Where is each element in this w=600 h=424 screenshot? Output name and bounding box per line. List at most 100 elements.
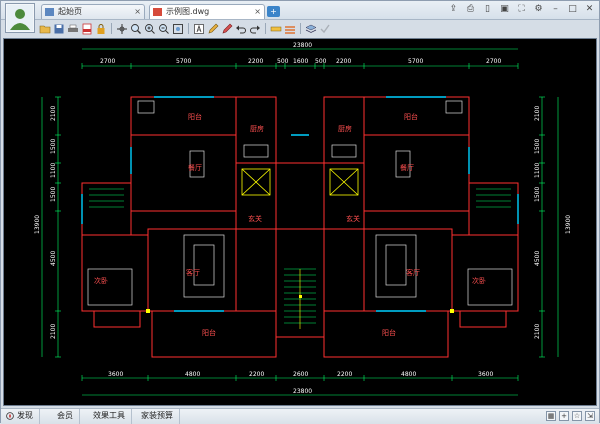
compass-icon bbox=[6, 412, 14, 420]
room-bedroom-left: 次卧 bbox=[94, 276, 108, 285]
dim-bottom-1: 3600 bbox=[108, 371, 123, 378]
dim-left-4: 1500 bbox=[50, 187, 57, 202]
layers-icon[interactable] bbox=[284, 23, 296, 35]
dim-top-6: 500 bbox=[315, 58, 327, 65]
dim-bottom-7: 3600 bbox=[478, 371, 493, 378]
dim-top-total: 23800 bbox=[293, 42, 312, 49]
dim-top-3: 2200 bbox=[248, 58, 263, 65]
layout-icon[interactable]: ▦ bbox=[546, 411, 556, 421]
tab-start-page[interactable]: 起始页 × bbox=[41, 4, 145, 19]
dim-top-2: 5700 bbox=[176, 58, 191, 65]
maximize-icon[interactable]: □ bbox=[567, 4, 578, 15]
drawing-canvas[interactable]: 23800 2700 5700 2200 500 1600 500 2200 5… bbox=[3, 38, 597, 406]
room-living-right: 客厅 bbox=[406, 268, 420, 277]
check-icon[interactable] bbox=[319, 23, 331, 35]
room-kitchen-left: 厨房 bbox=[250, 124, 264, 133]
open-icon[interactable] bbox=[39, 23, 51, 35]
tab-drawing-file[interactable]: 示例图.dwg × bbox=[149, 4, 265, 19]
statusbar-right-tools: ▦ + ☆ ⇲ bbox=[546, 411, 595, 421]
dim-bottom-6: 4800 bbox=[401, 371, 416, 378]
dim-bottom-4: 2600 bbox=[293, 371, 308, 378]
close-tab-icon[interactable]: × bbox=[134, 5, 141, 19]
zoom-window-icon[interactable] bbox=[130, 23, 142, 35]
redo-icon[interactable] bbox=[249, 23, 261, 35]
minimize-icon[interactable]: – bbox=[550, 4, 561, 15]
dim-right-5: 4500 bbox=[534, 251, 541, 266]
dwg-tab-icon bbox=[153, 8, 162, 16]
dim-left-3: 1100 bbox=[50, 163, 57, 178]
room-balcony-top-left: 阳台 bbox=[188, 112, 202, 121]
room-dining-left: 餐厅 bbox=[188, 163, 202, 172]
zoom-out-icon[interactable] bbox=[158, 23, 170, 35]
user-avatar[interactable] bbox=[5, 3, 35, 33]
title-bar: 起始页 × 示例图.dwg × + ⇪ ⎙ ▯ ▣ ⛶ ⚙ – □ ✕ bbox=[1, 1, 599, 33]
pencil-icon[interactable] bbox=[207, 23, 219, 35]
room-balcony-bottom-left: 阳台 bbox=[202, 328, 216, 337]
fullscreen-icon[interactable]: ⛶ bbox=[516, 4, 527, 15]
avatar-icon bbox=[7, 5, 33, 31]
pan-icon[interactable] bbox=[116, 23, 128, 35]
dim-right-1: 2100 bbox=[534, 106, 541, 121]
room-bedroom-right: 次卧 bbox=[472, 276, 486, 285]
share-icon[interactable]: ⇪ bbox=[448, 4, 459, 15]
status-bar: 发现 会员 效果工具 家装预算 ▦ + ☆ ⇲ bbox=[1, 408, 599, 424]
measure-icon[interactable] bbox=[270, 23, 282, 35]
room-entrance-left: 玄关 bbox=[248, 214, 262, 223]
print-icon[interactable] bbox=[67, 23, 79, 35]
dims-right: 2100 1500 1100 1500 4500 2100 13900 bbox=[534, 106, 572, 339]
room-dining-right: 餐厅 bbox=[400, 163, 414, 172]
effect-tools-button[interactable]: 效果工具 bbox=[87, 409, 132, 424]
room-entrance-right: 玄关 bbox=[346, 214, 360, 223]
print-icon[interactable]: ⎙ bbox=[465, 4, 476, 15]
export-icon[interactable]: ⇲ bbox=[585, 411, 595, 421]
dims-left: 2100 1500 1100 1500 4500 2100 13900 bbox=[34, 106, 57, 339]
window-controls: ⇪ ⎙ ▯ ▣ ⛶ ⚙ – □ ✕ bbox=[448, 4, 595, 17]
room-kitchen-right: 厨房 bbox=[338, 124, 352, 133]
text-icon[interactable] bbox=[193, 23, 205, 35]
discover-label: 发现 bbox=[17, 411, 33, 420]
dim-left-2: 1500 bbox=[50, 139, 57, 154]
undo-icon[interactable] bbox=[235, 23, 247, 35]
discover-button[interactable]: 发现 bbox=[3, 409, 40, 424]
dim-right-3: 1100 bbox=[534, 163, 541, 178]
dim-bottom-total: 23800 bbox=[293, 388, 312, 395]
room-balcony-bottom-right: 阳台 bbox=[382, 328, 396, 337]
zoom-extents-icon[interactable] bbox=[172, 23, 184, 35]
plus-icon[interactable]: + bbox=[559, 411, 569, 421]
dimension-ticks-top bbox=[81, 63, 519, 381]
markup-icon[interactable] bbox=[221, 23, 233, 35]
cad-viewer-window: 起始页 × 示例图.dwg × + ⇪ ⎙ ▯ ▣ ⛶ ⚙ – □ ✕ 2380… bbox=[0, 0, 600, 424]
mobile-icon[interactable]: ▯ bbox=[482, 4, 493, 15]
dim-top-9: 2700 bbox=[486, 58, 501, 65]
settings-icon[interactable]: ⚙ bbox=[533, 4, 544, 15]
dim-right-4: 1500 bbox=[534, 187, 541, 202]
dim-top-5: 1600 bbox=[293, 58, 308, 65]
close-tab-icon[interactable]: × bbox=[254, 5, 261, 19]
member-button[interactable]: 会员 bbox=[51, 409, 80, 424]
home-tab-icon bbox=[45, 8, 54, 16]
dim-right-total: 13900 bbox=[565, 215, 572, 234]
toolbar-separator bbox=[188, 23, 189, 34]
zoom-in-icon[interactable] bbox=[144, 23, 156, 35]
close-icon[interactable]: ✕ bbox=[584, 4, 595, 15]
room-balcony-top-right: 阳台 bbox=[404, 112, 418, 121]
dimension-lines bbox=[41, 48, 559, 396]
layer-manager-icon[interactable] bbox=[305, 23, 317, 35]
toolbar-separator bbox=[300, 23, 301, 34]
lock-icon[interactable] bbox=[95, 23, 107, 35]
room-living-left: 客厅 bbox=[186, 268, 200, 277]
toolbar bbox=[39, 20, 599, 37]
pdf-export-icon[interactable] bbox=[81, 23, 93, 35]
tab-label: 起始页 bbox=[58, 7, 82, 16]
elevators bbox=[241, 168, 359, 196]
decoration-budget-button[interactable]: 家装预算 bbox=[135, 409, 180, 424]
star-icon[interactable]: ☆ bbox=[572, 411, 582, 421]
dim-bottom-5: 2200 bbox=[337, 371, 352, 378]
save-icon[interactable] bbox=[53, 23, 65, 35]
dim-left-1: 2100 bbox=[50, 106, 57, 121]
tab-label: 示例图.dwg bbox=[166, 7, 210, 16]
new-tab-button[interactable]: + bbox=[267, 6, 280, 17]
dim-right-6: 2100 bbox=[534, 324, 541, 339]
save-icon[interactable]: ▣ bbox=[499, 4, 510, 15]
dim-top-1: 2700 bbox=[100, 58, 115, 65]
